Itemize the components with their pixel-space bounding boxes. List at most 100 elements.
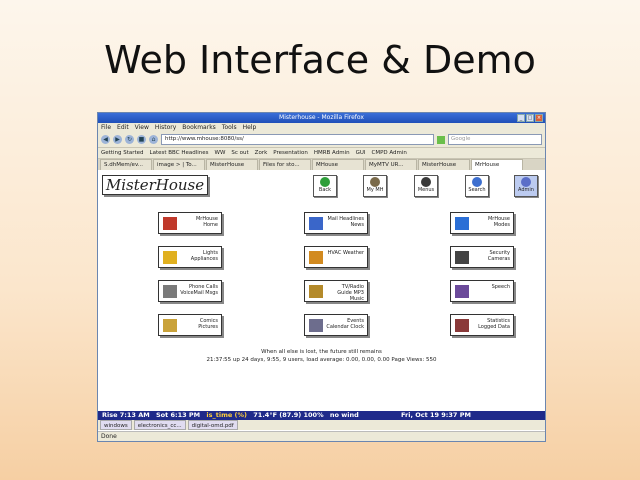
category-label: HVAC Weather: [327, 250, 364, 256]
phone-icon: [163, 285, 177, 298]
bookmark-item[interactable]: Getting Started: [101, 148, 144, 158]
back-icon: [320, 177, 330, 187]
lightbulb-icon: [163, 251, 177, 264]
tab-strip: S.dhMem/ev... image > | To... MisterHous…: [98, 159, 545, 170]
search-input[interactable]: Google: [448, 134, 542, 145]
admin-icon: [521, 177, 531, 187]
browser-tab[interactable]: MyMTV UR...: [365, 159, 417, 170]
browser-statusbar: Done: [98, 431, 545, 441]
navigation-toolbar: ◀ ▶ ↻ ■ ⌂ http://www.mhouse:8080/ss/ Goo…: [98, 132, 545, 148]
bookmark-item[interactable]: Zork: [255, 148, 268, 158]
menus-icon: [421, 177, 431, 187]
browser-tab-active[interactable]: MrHouse: [471, 159, 523, 170]
bookmark-item[interactable]: HMRB Admin: [314, 148, 350, 158]
category-comics[interactable]: Comics Pictures: [158, 314, 222, 336]
bookmark-item[interactable]: CMPD Admin: [372, 148, 407, 158]
bookmarks-toolbar: Getting Started Latest BBC Headlines WW …: [98, 148, 545, 159]
bookmark-item[interactable]: WW: [215, 148, 226, 158]
time-text: is_time (%): [206, 411, 248, 419]
search-button-label: Search: [468, 187, 486, 193]
back-button[interactable]: Back: [313, 175, 337, 197]
close-button[interactable]: ×: [535, 114, 543, 122]
sunset-text: Sot 6:13 PM: [155, 411, 201, 419]
home-icon: [163, 217, 177, 230]
reload-icon[interactable]: ↻: [125, 135, 134, 144]
speech-icon: [455, 285, 469, 298]
stop-icon[interactable]: ■: [137, 135, 146, 144]
menu-file[interactable]: File: [101, 123, 111, 132]
menu-help[interactable]: Help: [243, 123, 257, 132]
category-label: Statistics Logged Data: [478, 318, 510, 330]
category-mrhouse-modes[interactable]: MrHouse Modes: [450, 212, 514, 234]
category-label: MrHouse Home: [195, 216, 218, 228]
bookmark-item[interactable]: Latest BBC Headlines: [150, 148, 209, 158]
browser-tab[interactable]: Files for sto...: [259, 159, 311, 170]
menu-bar: File Edit View History Bookmarks Tools H…: [98, 123, 545, 132]
search-button[interactable]: Search: [465, 175, 489, 197]
category-mrhouse-home[interactable]: MrHouse Home: [158, 212, 222, 234]
quote-text: When all else is lost, the future still …: [261, 349, 382, 355]
category-tv-radio[interactable]: TV/Radio Guide MP3 Music: [304, 280, 368, 302]
my-mh-button[interactable]: My MH: [363, 175, 387, 197]
category-label: Speech: [491, 284, 510, 290]
maximize-button[interactable]: □: [526, 114, 534, 122]
category-label: Lights Appliances: [190, 250, 218, 262]
menus-button-label: Menus: [417, 187, 435, 193]
category-hvac[interactable]: HVAC Weather: [304, 246, 368, 268]
forward-arrow-icon[interactable]: ▶: [113, 135, 122, 144]
category-label: Mail Headlines News: [327, 216, 364, 228]
sunrise-text: Rise 7:13 AM: [102, 411, 150, 419]
chart-icon: [455, 319, 469, 332]
category-speech[interactable]: Speech: [450, 280, 514, 302]
back-button-label: Back: [318, 187, 332, 193]
menu-bookmarks[interactable]: Bookmarks: [182, 123, 216, 132]
category-events[interactable]: Events Calendar Clock: [304, 314, 368, 336]
search-icon: [472, 177, 482, 187]
category-label: MrHouse Modes: [487, 216, 510, 228]
menu-view[interactable]: View: [135, 123, 149, 132]
url-input[interactable]: http://www.mhouse:8080/ss/: [161, 134, 434, 145]
browser-tab[interactable]: MisterHouse: [418, 159, 470, 170]
category-mail-news[interactable]: Mail Headlines News: [304, 212, 368, 234]
minimize-button[interactable]: _: [517, 114, 525, 122]
category-lights[interactable]: Lights Appliances: [158, 246, 222, 268]
my-mh-icon: [370, 177, 380, 187]
taskbar-item[interactable]: electronics_cc...: [133, 420, 186, 430]
category-phone[interactable]: Phone Calls VoiceMail Msgs: [158, 280, 222, 302]
my-mh-button-label: My MH: [366, 187, 384, 193]
menu-tools[interactable]: Tools: [222, 123, 237, 132]
comics-icon: [163, 319, 177, 332]
browser-tab[interactable]: S.dhMem/ev...: [100, 159, 152, 170]
browser-tab[interactable]: image > | To...: [153, 159, 205, 170]
status-message: When all else is lost, the future still …: [98, 348, 545, 364]
bookmark-item[interactable]: Sc out: [231, 148, 248, 158]
menus-button[interactable]: Menus: [414, 175, 438, 197]
tv-icon: [309, 285, 323, 298]
camera-icon: [455, 251, 469, 264]
wind-text: no wind: [329, 411, 359, 419]
window-title: Misterhouse - Mozilla Firefox: [279, 114, 364, 121]
misterhouse-logo[interactable]: MisterHouse: [102, 175, 208, 195]
menu-edit[interactable]: Edit: [117, 123, 129, 132]
taskbar-item[interactable]: digital-omd.pdf: [187, 420, 238, 430]
admin-button[interactable]: Admin: [514, 175, 538, 197]
temperature-text: 71.4°F (87.9) 100%: [253, 411, 324, 419]
category-security[interactable]: Security Cameras: [450, 246, 514, 268]
weather-icon: [309, 251, 323, 264]
home-icon[interactable]: ⌂: [149, 135, 158, 144]
bookmark-item[interactable]: GUI: [356, 148, 366, 158]
go-button[interactable]: [437, 135, 445, 144]
back-arrow-icon[interactable]: ◀: [101, 135, 110, 144]
taskbar-item[interactable]: windows: [100, 420, 132, 430]
category-label: Events Calendar Clock: [326, 318, 364, 330]
bookmark-item[interactable]: Presentation: [273, 148, 308, 158]
uptime-text: 21:37:55 up 24 days, 9:55, 9 users, load…: [206, 357, 437, 363]
clock-icon: [309, 319, 323, 332]
menu-history[interactable]: History: [155, 123, 176, 132]
window-titlebar: Misterhouse - Mozilla Firefox _ □ ×: [98, 113, 545, 123]
browser-window: Misterhouse - Mozilla Firefox _ □ × File…: [97, 112, 546, 442]
browser-tab[interactable]: MisterHouse: [206, 159, 258, 170]
category-statistics[interactable]: Statistics Logged Data: [450, 314, 514, 336]
browser-tab[interactable]: MHouse: [312, 159, 364, 170]
admin-button-label: Admin: [518, 187, 534, 193]
